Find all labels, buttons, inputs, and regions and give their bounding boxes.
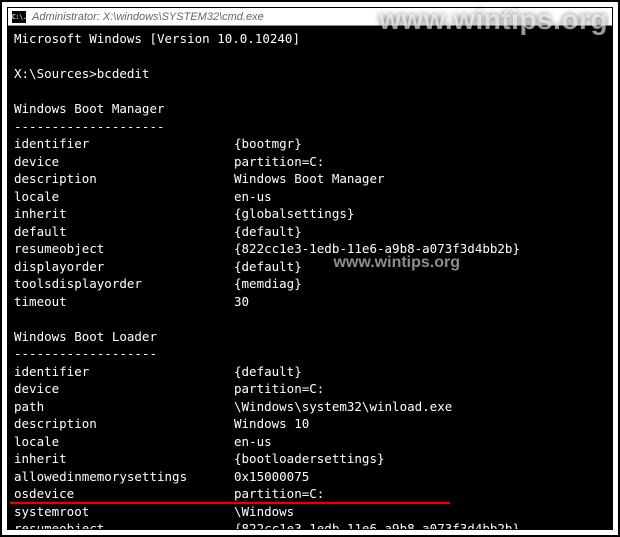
kv-row: localeen-us bbox=[14, 188, 606, 206]
kv-value: 30 bbox=[234, 293, 249, 311]
cmd-window: C:\. Administrator: X:\windows\SYSTEM32\… bbox=[7, 7, 613, 530]
kv-value: en-us bbox=[234, 433, 272, 451]
kv-key: device bbox=[14, 380, 234, 398]
kv-row: descriptionWindows Boot Manager bbox=[14, 170, 606, 188]
kv-value: \Windows bbox=[234, 503, 294, 521]
kv-value: {default} bbox=[234, 363, 302, 381]
kv-value: Windows Boot Manager bbox=[234, 170, 385, 188]
kv-key: resumeobject bbox=[14, 240, 234, 258]
kv-row: inherit{bootloadersettings} bbox=[14, 450, 606, 468]
kv-key: locale bbox=[14, 188, 234, 206]
kv-value: {default} bbox=[234, 223, 302, 241]
kv-key: systemroot bbox=[14, 503, 234, 521]
terminal-line: ------------------- bbox=[14, 345, 606, 363]
kv-value: {memdiag} bbox=[234, 275, 302, 293]
kv-row: osdevicepartition=C: bbox=[14, 485, 606, 503]
kv-row: displayorder{default} bbox=[14, 258, 606, 276]
kv-row: resumeobject{822cc1e3-1edb-11e6-a9b8-a07… bbox=[14, 240, 606, 258]
titlebar[interactable]: C:\. Administrator: X:\windows\SYSTEM32\… bbox=[8, 8, 612, 26]
window-title: Administrator: X:\windows\SYSTEM32\cmd.e… bbox=[32, 11, 264, 23]
kv-row: descriptionWindows 10 bbox=[14, 415, 606, 433]
kv-key: identifier bbox=[14, 135, 234, 153]
terminal-line bbox=[14, 310, 606, 328]
kv-row: toolsdisplayorder{memdiag} bbox=[14, 275, 606, 293]
kv-row: devicepartition=C: bbox=[14, 153, 606, 171]
kv-key: osdevice bbox=[14, 485, 234, 503]
kv-row: timeout30 bbox=[14, 293, 606, 311]
kv-row: resumeobject{822cc1e3-1edb-11e6-a9b8-a07… bbox=[14, 520, 606, 529]
kv-key: path bbox=[14, 398, 234, 416]
kv-value: {default} bbox=[234, 258, 302, 276]
terminal-line bbox=[14, 48, 606, 66]
terminal-line: Windows Boot Loader bbox=[14, 328, 606, 346]
terminal-line: Microsoft Windows [Version 10.0.10240] bbox=[14, 30, 606, 48]
kv-key: description bbox=[14, 170, 234, 188]
kv-value: partition=C: bbox=[234, 485, 324, 503]
kv-value: Windows 10 bbox=[234, 415, 309, 433]
kv-row: default{default} bbox=[14, 223, 606, 241]
kv-row: identifier{bootmgr} bbox=[14, 135, 606, 153]
kv-key: description bbox=[14, 415, 234, 433]
kv-value: en-us bbox=[234, 188, 272, 206]
kv-key: default bbox=[14, 223, 234, 241]
kv-key: device bbox=[14, 153, 234, 171]
kv-key: locale bbox=[14, 433, 234, 451]
kv-value: {bootloadersettings} bbox=[234, 450, 385, 468]
kv-row: localeen-us bbox=[14, 433, 606, 451]
kv-key: inherit bbox=[14, 205, 234, 223]
kv-key: timeout bbox=[14, 293, 234, 311]
kv-key: displayorder bbox=[14, 258, 234, 276]
kv-value: {822cc1e3-1edb-11e6-a9b8-a073f3d4bb2b} bbox=[234, 240, 520, 258]
kv-row: devicepartition=C: bbox=[14, 380, 606, 398]
kv-row: path\Windows\system32\winload.exe bbox=[14, 398, 606, 416]
kv-key: inherit bbox=[14, 450, 234, 468]
kv-value: {bootmgr} bbox=[234, 135, 302, 153]
kv-value: {globalsettings} bbox=[234, 205, 354, 223]
cmd-icon: C:\. bbox=[12, 11, 26, 23]
kv-value: {822cc1e3-1edb-11e6-a9b8-a073f3d4bb2b} bbox=[234, 520, 520, 529]
terminal-line bbox=[14, 83, 606, 101]
terminal-line: X:\Sources>bcdedit bbox=[14, 65, 606, 83]
kv-row: identifier{default} bbox=[14, 363, 606, 381]
kv-value: partition=C: bbox=[234, 153, 324, 171]
kv-value: 0x15000075 bbox=[234, 468, 309, 486]
kv-row: systemroot\Windows bbox=[14, 503, 606, 521]
kv-key: allowedinmemorysettings bbox=[14, 468, 234, 486]
kv-row: allowedinmemorysettings0x15000075 bbox=[14, 468, 606, 486]
kv-key: toolsdisplayorder bbox=[14, 275, 234, 293]
terminal-area[interactable]: Microsoft Windows [Version 10.0.10240] X… bbox=[8, 26, 612, 529]
kv-row: inherit{globalsettings} bbox=[14, 205, 606, 223]
terminal-line: Windows Boot Manager bbox=[14, 100, 606, 118]
kv-value: partition=C: bbox=[234, 380, 324, 398]
kv-key: identifier bbox=[14, 363, 234, 381]
kv-value: \Windows\system32\winload.exe bbox=[234, 398, 452, 416]
kv-key: resumeobject bbox=[14, 520, 234, 529]
terminal-line: -------------------- bbox=[14, 118, 606, 136]
